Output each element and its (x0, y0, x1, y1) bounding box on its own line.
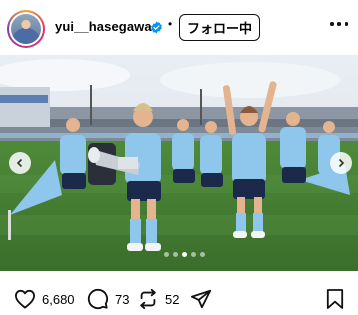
carousel-dot (182, 252, 187, 257)
heart-icon (15, 289, 35, 309)
post-photo[interactable] (0, 55, 358, 271)
send-icon (190, 289, 212, 309)
send-button[interactable] (190, 286, 212, 312)
repost-icon (140, 288, 156, 310)
post-header: yui__hasegawa • フォロー中 (0, 0, 358, 56)
avatar[interactable] (7, 10, 45, 48)
carousel-dot (200, 252, 205, 257)
more-icon[interactable] (330, 22, 348, 28)
bookmark-icon (326, 289, 344, 309)
comment-button[interactable]: 73 (87, 286, 129, 312)
previous-photo-button[interactable] (9, 152, 31, 174)
like-count[interactable]: 6,680 (42, 292, 75, 307)
carousel-dot (173, 252, 178, 257)
carousel-indicator (164, 252, 205, 257)
next-photo-button[interactable] (330, 152, 352, 174)
comment-icon (87, 288, 109, 310)
comment-count[interactable]: 73 (115, 292, 129, 307)
username[interactable]: yui__hasegawa (55, 19, 152, 34)
verified-badge-icon (151, 21, 162, 34)
chevron-left-icon (16, 158, 23, 168)
separator-dot: • (168, 17, 173, 31)
repost-count[interactable]: 52 (165, 292, 179, 307)
chevron-right-icon (338, 158, 345, 168)
following-button[interactable]: フォロー中 (179, 14, 260, 41)
action-bar: 6,680 73 52 (0, 283, 358, 315)
save-button[interactable] (326, 286, 344, 312)
like-button[interactable]: 6,680 (14, 286, 75, 312)
carousel-dot (164, 252, 169, 257)
carousel-dot (191, 252, 196, 257)
repost-button[interactable]: 52 (137, 286, 179, 312)
